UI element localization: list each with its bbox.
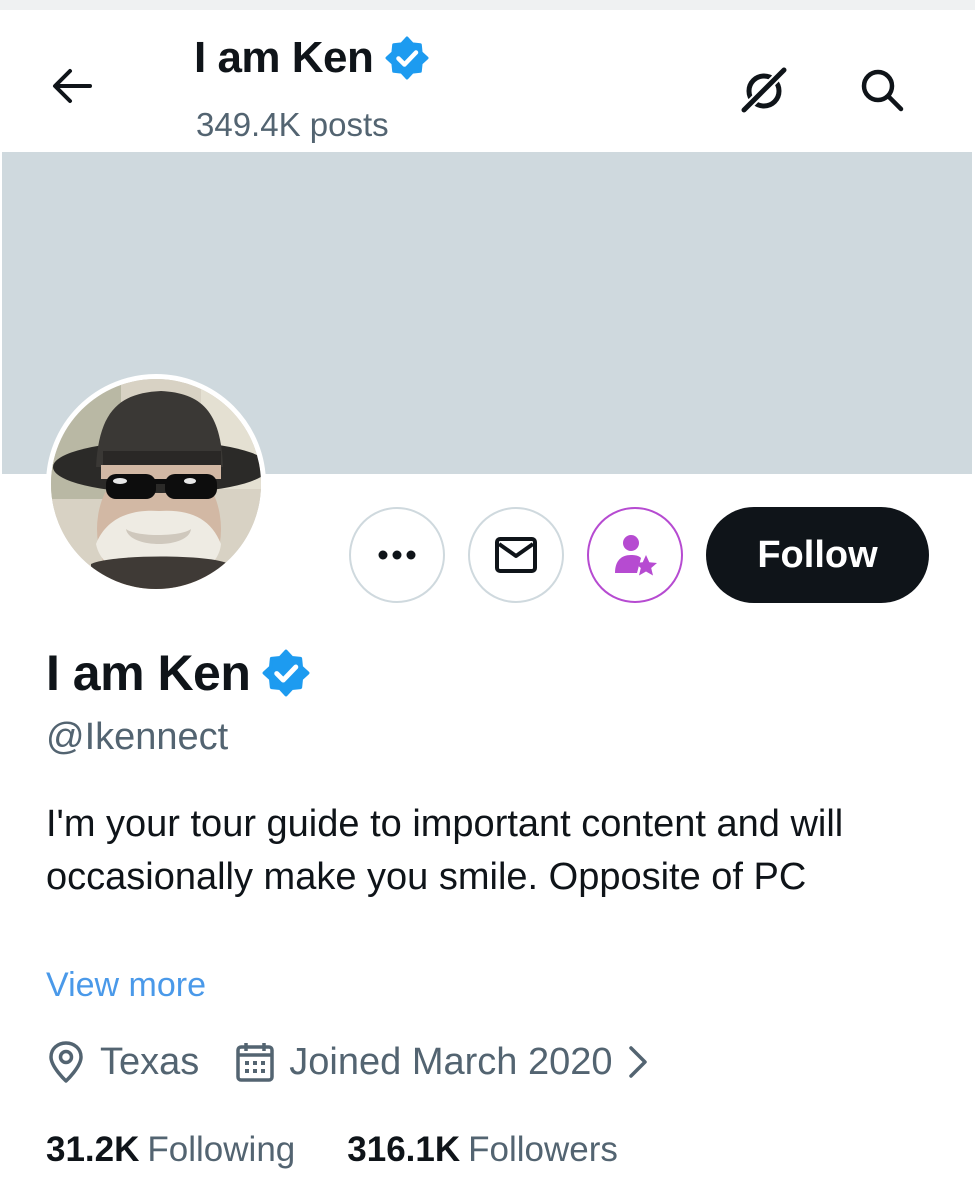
following-label: Following [147, 1130, 296, 1169]
search-icon [861, 69, 904, 112]
status-strip [0, 0, 975, 10]
location-text: Texas [100, 1040, 200, 1083]
location-pin-icon [49, 1041, 83, 1083]
more-horizontal-icon [378, 550, 416, 560]
arrow-left-icon [53, 69, 92, 103]
avatar-photo [51, 379, 261, 589]
chevron-right-icon [628, 1046, 647, 1078]
follow-stats: 31.2K Following 316.1K Followers [46, 1130, 618, 1170]
grok-icon [737, 63, 791, 117]
search-button[interactable] [852, 60, 912, 120]
more-options-button[interactable] [349, 507, 445, 603]
view-more-link[interactable]: View more [46, 966, 206, 1005]
message-button[interactable] [468, 507, 564, 603]
calendar-icon [236, 1043, 275, 1082]
followers-link[interactable]: 316.1K Followers [347, 1130, 618, 1170]
followers-count: 316.1K [347, 1130, 461, 1169]
joined-text: Joined March 2020 [289, 1040, 613, 1083]
header-name: I am Ken [194, 33, 374, 82]
display-name: I am Ken [46, 648, 310, 698]
followers-label: Followers [468, 1130, 618, 1169]
location: Texas [46, 1040, 199, 1084]
profile-bio: I'm your tour guide to important content… [46, 803, 844, 898]
grok-button[interactable] [734, 60, 794, 120]
post-count: 349.4K posts [196, 106, 389, 143]
avatar[interactable] [46, 374, 266, 594]
verified-badge-icon [385, 36, 429, 80]
user-handle: @Ikennect [46, 716, 229, 758]
header-title: I am Ken [194, 36, 429, 80]
following-count: 31.2K [46, 1130, 140, 1169]
verified-badge-icon [262, 649, 310, 697]
profile-meta: Texas Joined March 2020 [46, 1040, 663, 1084]
joined-date[interactable]: Joined March 2020 [235, 1041, 662, 1084]
display-name-text: I am Ken [46, 645, 251, 701]
follow-button[interactable]: Follow [706, 507, 929, 603]
subscribe-person-star-icon [615, 535, 657, 576]
following-link[interactable]: 31.2K Following [46, 1130, 295, 1170]
envelope-icon [495, 537, 537, 573]
subscribe-button[interactable] [587, 507, 683, 603]
top-bar: I am Ken 349.4K posts [0, 10, 975, 152]
back-button[interactable] [44, 58, 100, 114]
